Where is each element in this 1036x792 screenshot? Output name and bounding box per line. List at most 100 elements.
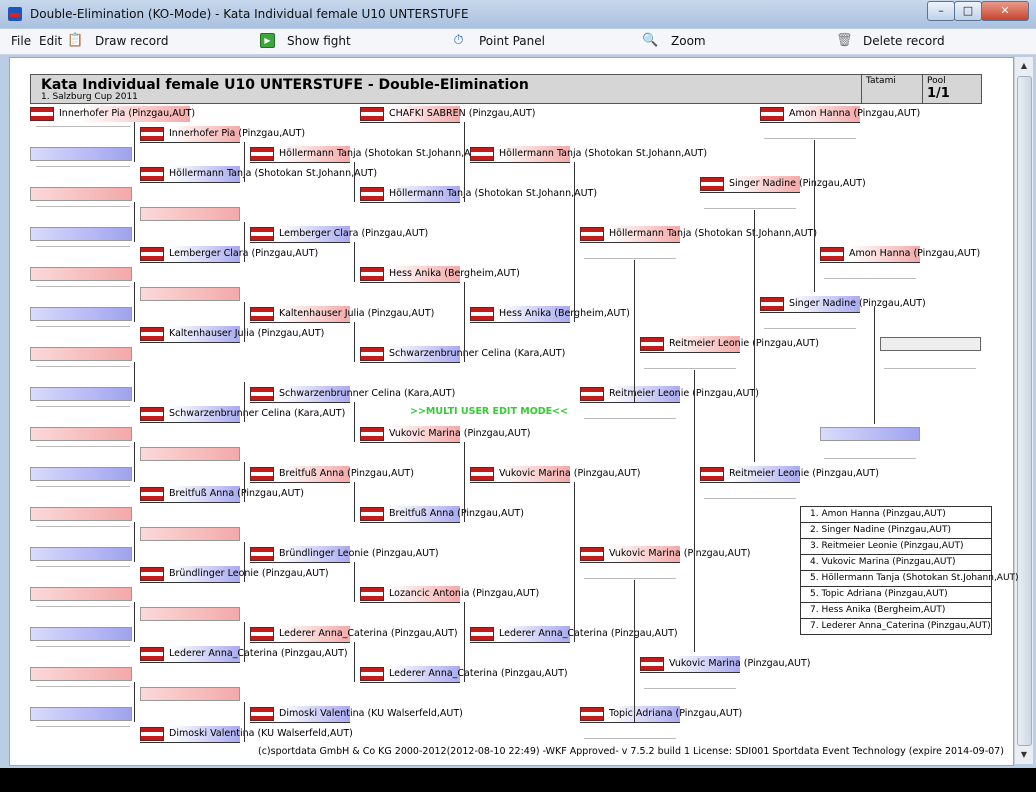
bracket-entry[interactable]: Reitmeier Leonie (Pinzgau,AUT): [640, 336, 819, 353]
bracket-entry[interactable]: Lemberger Clara (Pinzgau,AUT): [140, 246, 318, 263]
bracket-entry[interactable]: Amon Hanna (Pinzgau,AUT): [760, 106, 920, 123]
delete-record-button[interactable]: Delete record: [863, 34, 945, 48]
empty-slot[interactable]: [30, 427, 132, 441]
menu-file[interactable]: File: [11, 34, 31, 48]
bracket-entry[interactable]: Breitfuß Anna (Pinzgau,AUT): [250, 466, 414, 483]
bracket-entry[interactable]: Lederer Anna_Caterina (Pinzgau,AUT): [360, 666, 568, 683]
bracket-entry[interactable]: Höllermann Tanja (Shotokan St.Johann,AUT…: [250, 146, 487, 163]
clipboard-icon[interactable]: 📋: [67, 33, 83, 48]
empty-slot[interactable]: [30, 667, 132, 681]
point-panel-button[interactable]: Point Panel: [479, 34, 545, 48]
empty-slot[interactable]: [30, 187, 132, 201]
title-bar: Double-Elimination (KO-Mode) - Kata Indi…: [0, 0, 1036, 28]
score-line: [36, 486, 130, 487]
bracket-entry[interactable]: Lozancic Antonia (Pinzgau,AUT): [360, 586, 539, 603]
bracket-connector: [814, 140, 815, 292]
bracket-entry[interactable]: Vukovic Marina (Pinzgau,AUT): [640, 656, 811, 673]
empty-slot[interactable]: [140, 607, 240, 621]
show-fight-button[interactable]: Show fight: [287, 34, 351, 48]
bracket-entry[interactable]: Vukovic Marina (Pinzgau,AUT): [470, 466, 641, 483]
draw-record-button[interactable]: Draw record: [95, 34, 169, 48]
bracket-entry[interactable]: Höllermann Tanja (Shotokan St.Johann,AUT…: [140, 166, 377, 183]
empty-slot[interactable]: [30, 347, 132, 361]
bracket-entry[interactable]: Reitmeier Leonie (Pinzgau,AUT): [700, 466, 879, 483]
bracket-entry[interactable]: Vukovic Marina (Pinzgau,AUT): [580, 546, 751, 563]
empty-slot[interactable]: [30, 387, 132, 401]
bracket-entry[interactable]: Breitfuß Anna (Pinzgau,AUT): [140, 486, 304, 503]
bracket-connector: [754, 210, 755, 462]
scroll-thumb[interactable]: [1017, 76, 1032, 746]
bracket-entry[interactable]: Höllermann Tanja (Shotokan St.Johann,AUT…: [580, 226, 817, 243]
empty-slot[interactable]: [30, 227, 132, 241]
bracket-entry[interactable]: Reitmeier Leonie (Pinzgau,AUT): [580, 386, 759, 403]
bracket-entry[interactable]: Dimoski Valentina (KU Walserfeld,AUT): [140, 726, 353, 743]
empty-slot[interactable]: [30, 547, 132, 561]
bracket-entry[interactable]: Bründlinger Leonie (Pinzgau,AUT): [140, 566, 329, 583]
score-line: [644, 688, 736, 689]
bracket-entry[interactable]: Lederer Anna_Caterina (Pinzgau,AUT): [140, 646, 348, 663]
empty-slot[interactable]: [30, 267, 132, 281]
trash-icon[interactable]: 🗑: [836, 33, 853, 48]
final-slot[interactable]: [880, 337, 981, 351]
menu-edit[interactable]: Edit: [39, 34, 62, 48]
bracket-connector: [354, 562, 355, 602]
bracket-connector: [244, 542, 245, 582]
empty-slot[interactable]: [820, 427, 920, 441]
scroll-up-arrow[interactable]: ▲: [1015, 57, 1033, 74]
bracket-entry[interactable]: Dimoski Valentina (KU Walserfeld,AUT): [250, 706, 463, 723]
maximize-button[interactable]: □: [954, 1, 982, 21]
minimize-button[interactable]: –: [927, 1, 955, 21]
bracket-entry[interactable]: Singer Nadine (Pinzgau,AUT): [760, 296, 926, 313]
score-line: [764, 328, 856, 329]
bracket-entry[interactable]: Innerhofer Pia (Pinzgau,AUT): [30, 106, 195, 122]
empty-slot[interactable]: [30, 707, 132, 721]
bracket-entry[interactable]: Innerhofer Pia (Pinzgau,AUT): [140, 126, 305, 143]
bracket-entry[interactable]: Höllermann Tanja (Shotokan St.Johann,AUT…: [470, 146, 707, 163]
austria-flag-icon: [640, 657, 664, 671]
bracket-entry[interactable]: Amon Hanna (Pinzgau,AUT): [820, 246, 980, 263]
empty-slot[interactable]: [140, 527, 240, 541]
bracket-entry[interactable]: Vukovic Marina (Pinzgau,AUT): [360, 426, 531, 443]
bracket-entry[interactable]: Hess Anika (Bergheim,AUT): [470, 306, 630, 323]
empty-slot[interactable]: [30, 307, 132, 321]
austria-flag-icon: [820, 247, 844, 261]
bracket-entry[interactable]: Kaltenhauser Julia (Pinzgau,AUT): [250, 306, 434, 323]
empty-slot[interactable]: [30, 507, 132, 521]
bracket-entry[interactable]: Schwarzenbrunner Celina (Kara,AUT): [250, 386, 455, 403]
bracket-entry[interactable]: Bründlinger Leonie (Pinzgau,AUT): [250, 546, 439, 563]
empty-slot[interactable]: [30, 467, 132, 481]
zoom-button[interactable]: Zoom: [671, 34, 706, 48]
empty-slot[interactable]: [140, 447, 240, 461]
austria-flag-icon: [580, 387, 604, 401]
austria-flag-icon: [470, 147, 494, 161]
bracket-entry[interactable]: Schwarzenbrunner Celina (Kara,AUT): [140, 406, 345, 423]
bracket-entry[interactable]: Hess Anika (Bergheim,AUT): [360, 266, 520, 283]
bracket-connector: [134, 602, 135, 642]
bracket-entry[interactable]: Schwarzenbrunner Celina (Kara,AUT): [360, 346, 565, 363]
score-line: [704, 498, 796, 499]
score-line: [36, 246, 130, 247]
empty-slot[interactable]: [30, 587, 132, 601]
empty-slot[interactable]: [30, 147, 132, 161]
bracket-entry[interactable]: Höllermann Tanja (Shotokan St.Johann,AUT…: [360, 186, 597, 203]
scroll-down-arrow[interactable]: ▼: [1015, 746, 1033, 763]
bracket-entry[interactable]: Singer Nadine (Pinzgau,AUT): [700, 176, 866, 193]
bracket-entry[interactable]: Kaltenhauser Julia (Pinzgau,AUT): [140, 326, 324, 343]
empty-slot[interactable]: [140, 207, 240, 221]
close-button[interactable]: ✕: [981, 1, 1029, 21]
stopwatch-icon[interactable]: ⏱: [451, 33, 466, 48]
magnifier-icon[interactable]: 🔍: [642, 33, 658, 48]
bracket-entry[interactable]: Topic Adriana (Pinzgau,AUT): [580, 706, 742, 723]
bracket-entry[interactable]: Lemberger Clara (Pinzgau,AUT): [250, 226, 428, 243]
bracket-entry[interactable]: Breitfuß Anna (Pinzgau,AUT): [360, 506, 524, 523]
empty-slot[interactable]: [30, 627, 132, 641]
bracket-entry[interactable]: Lederer Anna_Caterina (Pinzgau,AUT): [470, 626, 678, 643]
austria-flag-icon: [140, 127, 164, 141]
empty-slot[interactable]: [140, 287, 240, 301]
vertical-scrollbar[interactable]: ▲ ▼: [1014, 57, 1033, 764]
bracket-entry[interactable]: CHAFKI SABREN (Pinzgau,AUT): [360, 106, 535, 123]
bracket-connector: [694, 370, 695, 652]
empty-slot[interactable]: [140, 687, 240, 701]
bracket-entry[interactable]: Lederer Anna_Caterina (Pinzgau,AUT): [250, 626, 458, 643]
play-icon[interactable]: ▶: [260, 33, 275, 48]
